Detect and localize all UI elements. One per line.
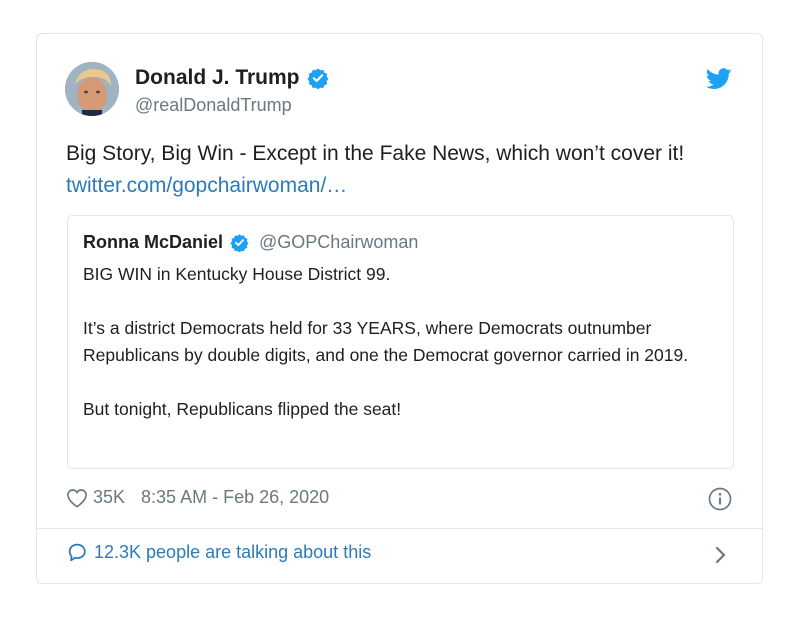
embedded-tweet-card[interactable]: Donald J. Trump @realDonaldTrump Big Sto… bbox=[36, 33, 763, 584]
author-handle[interactable]: @realDonaldTrump bbox=[135, 95, 292, 116]
divider bbox=[37, 528, 762, 529]
quoted-tweet-header: Ronna McDaniel @GOPChairwoman bbox=[83, 232, 418, 253]
avatar[interactable] bbox=[65, 62, 119, 116]
talking-about-link[interactable]: 12.3K people are talking about this bbox=[66, 541, 734, 563]
quoted-paragraph: It’s a district Democrats held for 33 YE… bbox=[83, 318, 689, 365]
tweet-link[interactable]: twitter.com/gopchairwoman/… bbox=[66, 174, 347, 197]
twitter-bird-icon[interactable] bbox=[706, 68, 732, 90]
author-name[interactable]: Donald J. Trump bbox=[135, 66, 300, 90]
info-icon[interactable] bbox=[708, 487, 732, 511]
quoted-author-handle[interactable]: @GOPChairwoman bbox=[259, 232, 418, 253]
like-count[interactable]: 35K bbox=[93, 487, 125, 508]
author-name-row[interactable]: Donald J. Trump bbox=[135, 66, 329, 90]
tweet-timestamp[interactable]: 8:35 AM - Feb 26, 2020 bbox=[141, 487, 329, 508]
heart-icon[interactable] bbox=[66, 488, 88, 508]
quoted-tweet-body: BIG WIN in Kentucky House District 99. I… bbox=[83, 261, 723, 423]
quoted-tweet[interactable]: Ronna McDaniel @GOPChairwoman BIG WIN in… bbox=[67, 215, 734, 469]
tweet-body: Big Story, Big Win - Except in the Fake … bbox=[66, 142, 685, 165]
reply-bubble-icon bbox=[68, 543, 86, 562]
quoted-paragraph: But tonight, Republicans flipped the sea… bbox=[83, 399, 402, 419]
tweet-text: Big Story, Big Win - Except in the Fake … bbox=[66, 138, 746, 202]
quoted-paragraph: BIG WIN in Kentucky House District 99. bbox=[83, 264, 391, 284]
talking-about-text[interactable]: 12.3K people are talking about this bbox=[94, 542, 371, 563]
tweet-meta-row: 35K 8:35 AM - Feb 26, 2020 bbox=[66, 487, 329, 508]
verified-badge-icon bbox=[306, 68, 328, 89]
quoted-author-name[interactable]: Ronna McDaniel bbox=[83, 232, 223, 253]
chevron-right-icon[interactable] bbox=[714, 546, 728, 564]
avatar-image bbox=[65, 62, 119, 116]
verified-badge-icon bbox=[230, 234, 249, 252]
